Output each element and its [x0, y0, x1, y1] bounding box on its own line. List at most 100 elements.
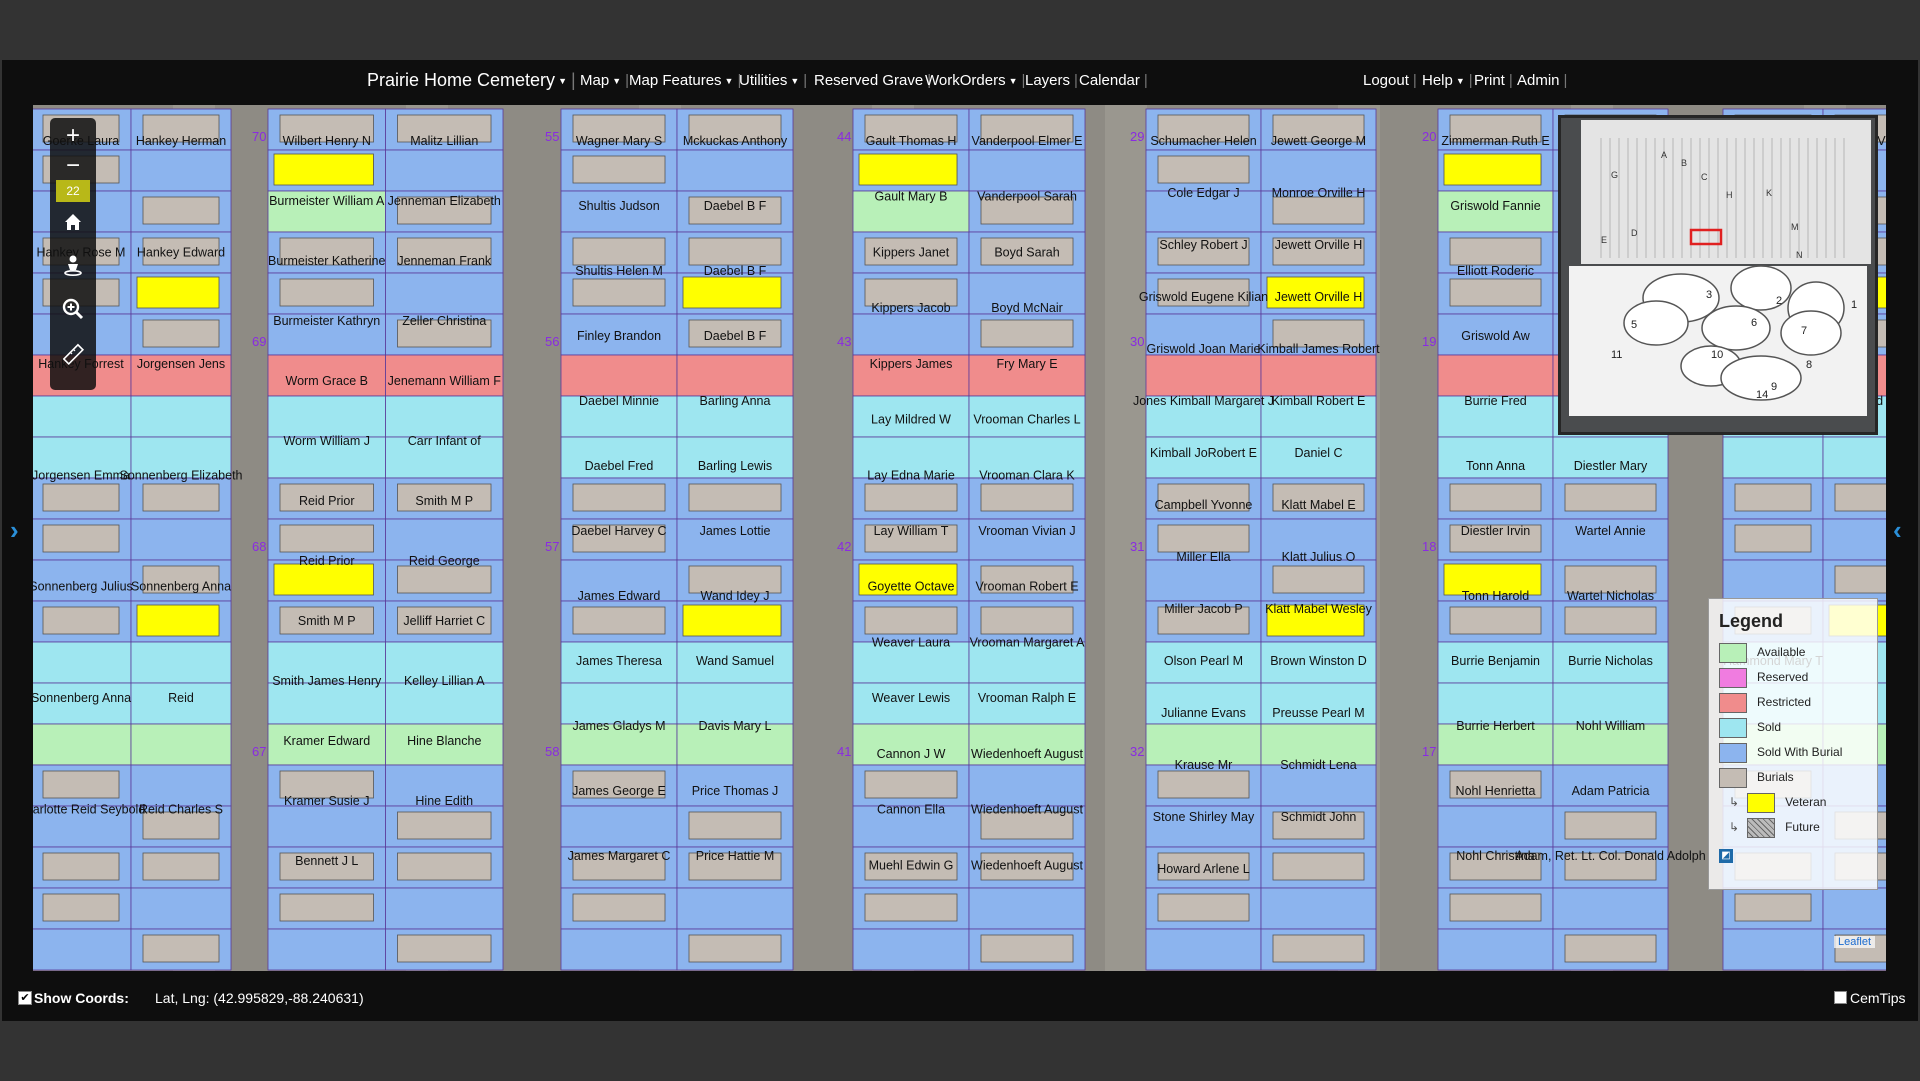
lot-number-label: 67	[252, 744, 266, 759]
grave-marker	[397, 934, 492, 963]
nav-calendar[interactable]: Calendar |	[1079, 72, 1148, 89]
minimap-section-shape	[1780, 310, 1842, 356]
veteran-marker	[1443, 153, 1542, 186]
lot-cell	[1722, 928, 1824, 971]
lot-number-label: 29	[1130, 129, 1144, 144]
grave-name-label: Daebel B F	[704, 264, 767, 278]
grave-name-label: Wiedenhoeft August	[971, 747, 1083, 761]
grave-name-label: Burmeister Katherine	[268, 254, 385, 268]
lot-cell	[968, 764, 1086, 807]
legend-item-future: ↳ Future	[1729, 818, 1820, 840]
minimap-section-label: 8	[1806, 359, 1812, 371]
nav-print[interactable]: Print |	[1474, 72, 1513, 89]
nav-brand-menu[interactable]: Prairie Home Cemetery ▼ |	[367, 70, 576, 91]
map-toolbar: + − 22	[50, 118, 96, 390]
grave-name-label: Daebel B F	[704, 199, 767, 213]
zoom-search-icon[interactable]	[56, 298, 90, 328]
grave-marker	[864, 483, 958, 512]
home-icon[interactable]	[56, 212, 90, 242]
nav-map-menu[interactable]: Map ▼ |	[580, 72, 629, 89]
lot-cell	[130, 723, 232, 766]
cemtips-label: CemTips	[1850, 990, 1906, 1006]
minimap-section-label: 14	[1756, 389, 1768, 401]
minimap-section-label: 5	[1631, 319, 1637, 331]
lot-number-label: 19	[1422, 334, 1436, 349]
lot-number-label: 57	[545, 539, 559, 554]
show-coords-checkbox[interactable]: ✔	[18, 991, 32, 1005]
grave-name-label: James Edward	[578, 589, 661, 603]
grave-marker	[1449, 237, 1542, 266]
minimap-drawing[interactable]: A B C D E G H K M N 1 2 3 5 6 7 8 9 10 11 14	[1561, 118, 1875, 432]
grave-name-label: Howard Arlene L	[1157, 862, 1249, 876]
grave-name-label: Schumacher Helen	[1150, 134, 1256, 148]
overview-minimap[interactable]: A B C D E G H K M N 1 2 3 5 6 7 8 9 10 11 14	[1558, 115, 1878, 435]
grave-name-label: Gault Mary B	[875, 190, 948, 204]
right-panel-toggle-icon[interactable]: ‹	[1893, 515, 1902, 546]
nav-layers[interactable]: Layers |	[1025, 72, 1078, 89]
cemtips-checkbox[interactable]	[1834, 991, 1847, 1004]
grave-name-label: Elliott Roderic	[1457, 264, 1534, 278]
grave-name-label: Zeller Christina	[402, 314, 486, 328]
grave-name-label: Wartel Annie	[1575, 524, 1645, 538]
grave-marker	[42, 770, 120, 799]
lot-number-label: 69	[252, 334, 266, 349]
nav-reserved-grave[interactable]: Reserved Grave |	[814, 72, 931, 89]
nav-logout[interactable]: Logout |	[1363, 72, 1417, 89]
legend-item-reserved: Reserved	[1719, 668, 1808, 690]
grave-marker	[397, 852, 492, 881]
grave-marker	[1272, 565, 1365, 594]
grave-name-label: Diestler Irvin	[1461, 524, 1531, 538]
grave-name-label: Sonnenberg Anna	[131, 580, 231, 594]
grave-name-label: Jenneman Elizabeth	[388, 194, 501, 208]
grave-marker	[1564, 606, 1657, 635]
grave-name-label: Jewett George M	[1271, 134, 1366, 148]
coords-readout: Lat, Lng: (42.995829,-88.240631)	[155, 990, 364, 1006]
grave-name-label: Wiedenhoeft August	[971, 803, 1083, 817]
left-panel-toggle-icon[interactable]: ›	[10, 515, 19, 546]
lot-cell	[33, 641, 132, 684]
grave-name-label: Charlotte Reid Seybold	[33, 803, 145, 817]
grave-marker	[864, 893, 958, 922]
grave-name-label: Kimball JoRobert E	[1150, 446, 1257, 460]
grave-name-label: Worm William J	[283, 434, 370, 448]
grave-name-label: Griswold Eugene Kilian	[1139, 290, 1268, 304]
lot-cell	[130, 518, 232, 561]
zoom-in-button[interactable]: +	[56, 122, 90, 152]
grave-marker	[1272, 934, 1365, 963]
lot-cell	[130, 149, 232, 192]
lot-number-label: 17	[1422, 744, 1436, 759]
grave-name-label: Adam, Ret. Lt. Col. Donald Adolph	[1515, 849, 1705, 863]
legend-item-restricted: Restricted	[1719, 693, 1811, 715]
legend-swatch	[1719, 693, 1747, 713]
nav-admin[interactable]: Admin |	[1517, 72, 1567, 89]
legend-swatch	[1719, 718, 1747, 738]
nav-help-menu[interactable]: Help ▼ |	[1422, 72, 1473, 89]
zoom-out-button[interactable]: −	[56, 152, 90, 182]
grave-marker	[42, 606, 120, 635]
ruler-icon[interactable]	[56, 342, 90, 372]
lot-cell	[1260, 149, 1377, 192]
lot-cell	[1260, 887, 1377, 930]
legend-collapse-icon[interactable]: ◩	[1719, 849, 1733, 863]
nav-map-features-menu[interactable]: Map Features ▼ |	[629, 72, 741, 89]
grave-name-label: Burrie Nicholas	[1568, 654, 1653, 668]
grave-name-label: Nohl Henrietta	[1456, 784, 1536, 798]
lot-cell	[1722, 436, 1824, 479]
legend-item-burials: Burials	[1719, 768, 1794, 790]
legend-title: Legend	[1719, 611, 1784, 631]
grave-name-label: Kippers James	[870, 357, 953, 371]
grave-marker	[1834, 565, 1886, 594]
leaflet-attribution[interactable]: Leaflet	[1834, 936, 1876, 948]
grave-name-label: Muehl Edwin G	[869, 858, 954, 872]
grave-name-label: James Theresa	[576, 654, 662, 668]
grave-marker	[980, 483, 1074, 512]
grave-marker	[688, 811, 782, 840]
nav-workorders-menu[interactable]: WorkOrders ▼ |	[925, 72, 1025, 89]
minimap-section-shape	[1701, 305, 1771, 351]
nav-utilities-menu[interactable]: Utilities ▼ |	[739, 72, 807, 89]
grave-name-label: Hine Edith	[415, 794, 473, 808]
grave-marker	[279, 893, 374, 922]
grave-name-label: Schmidt Lena	[1280, 758, 1356, 772]
person-locate-icon[interactable]	[56, 254, 90, 284]
veteran-marker	[858, 153, 958, 186]
